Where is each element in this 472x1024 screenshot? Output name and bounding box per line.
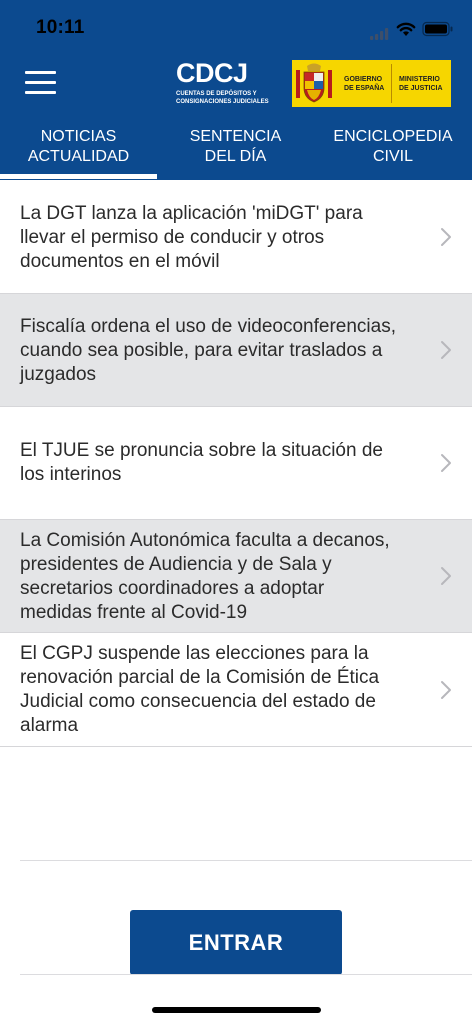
news-title: El TJUE se pronuncia sobre la situación … [20,439,425,487]
news-title-line: Judicial como consecuencia del estado de [20,691,376,712]
news-title: La Comisión Autonómica faculta a decanos… [20,529,425,625]
news-list-item[interactable]: El TJUE se pronuncia sobre la situación … [0,407,472,520]
gobierno-ministerio-logo: GOBIERNO DE ESPAÑA MINISTERIO DE JUSTICI… [292,60,451,107]
menu-line-icon [25,81,56,84]
hamburger-menu-button[interactable] [25,68,57,98]
chevron-right-icon [441,454,451,472]
logo-subtitle-line: CONSIGNACIONES JUDICIALES [176,99,269,105]
divider [20,974,472,975]
tab-sentencia-del-dia[interactable]: SENTENCIA DEL DÍA [157,127,314,186]
chevron-right-icon [441,681,451,699]
tab-label-line: ENCICLOPEDIA [333,128,453,145]
cellular-signal-icon [370,28,389,40]
news-title-line: los interinos [20,464,122,485]
app-header: 10:11 CDCJ CUENTAS DE DEPÓSITOS Y CONSIG… [0,0,472,180]
tab-label-line: NOTICIAS [40,128,117,145]
tab-label-line: CIVIL [372,148,413,165]
news-title-line: cuando sea posible, para evitar traslado… [20,340,383,361]
gov-label-line: GOBIERNO [344,76,383,83]
news-title-line: alarma [20,715,79,736]
active-tab-indicator [0,174,157,179]
tab-label-line: SENTENCIA [189,128,282,145]
tab-enciclopedia-civil[interactable]: ENCICLOPEDIA CIVIL [314,127,472,186]
menu-line-icon [25,71,56,74]
news-title-line: Fiscalía ordena el uso de videoconferenc… [20,316,397,337]
status-time: 10:11 [36,17,85,38]
news-title-line: renovación parcial de la Comisión de Éti… [20,667,380,688]
enter-button[interactable]: ENTRAR [130,910,342,975]
logo-divider [391,64,392,103]
news-title-line: secretarios coordinadores a adoptar [20,578,325,599]
gov-label-line: DE ESPAÑA [344,85,385,92]
coat-of-arms-icon [296,63,332,103]
logo-title: CDCJ [176,58,248,88]
cdcj-logo: CDCJ CUENTAS DE DEPÓSITOS Y CONSIGNACION… [174,58,284,108]
menu-line-icon [25,91,56,94]
news-title: Fiscalía ordena el uso de videoconferenc… [20,315,425,387]
home-indicator[interactable] [152,1007,321,1013]
gobierno-label: GOBIERNO DE ESPAÑA [344,75,384,93]
news-list-item[interactable]: La Comisión Autonómica faculta a decanos… [0,520,472,633]
logo-subtitle: CUENTAS DE DEPÓSITOS Y CONSIGNACIONES JU… [176,90,286,106]
news-title-line: llevar el permiso de conducir y otros [20,227,325,248]
news-title-line: El TJUE se pronuncia sobre la situación … [20,440,383,461]
news-title-line: El CGPJ suspende las elecciones para la [20,643,369,664]
news-title-line: juzgados [20,364,97,385]
ministerio-label-line: DE JUSTICIA [399,85,443,92]
news-title-line: La Comisión Autonómica faculta a decanos… [20,530,390,551]
news-list-item[interactable]: El CGPJ suspende las elecciones para la … [0,633,472,747]
ministerio-label-line: MINISTERIO [399,76,440,83]
chevron-right-icon [441,567,451,585]
status-bar: 10:11 [0,0,472,50]
divider [20,860,472,861]
news-title-line: La DGT lanza la aplicación 'miDGT' para [20,203,363,224]
wifi-icon [396,22,416,36]
chevron-right-icon [441,341,451,359]
chevron-right-icon [441,228,451,246]
battery-icon [422,21,453,37]
news-list-item[interactable]: Fiscalía ordena el uso de videoconferenc… [0,294,472,407]
tab-label-line: ACTUALIDAD [27,148,130,165]
ministerio-label: MINISTERIO DE JUSTICIA [399,75,443,93]
news-title-line: documentos en el móvil [20,251,220,272]
tab-bar: NOTICIAS ACTUALIDAD SENTENCIA DEL DÍA EN… [0,121,472,180]
tab-label-line: DEL DÍA [204,148,267,165]
news-title: El CGPJ suspende las elecciones para la … [20,642,425,738]
news-list-item[interactable]: La DGT lanza la aplicación 'miDGT' para … [0,181,472,294]
logo-subtitle-line: CUENTAS DE DEPÓSITOS Y [176,91,257,97]
news-title-line: presidentes de Audiencia y de Sala y [20,554,332,575]
news-title: La DGT lanza la aplicación 'miDGT' para … [20,202,425,274]
news-title-line: medidas frente al Covid-19 [20,602,248,623]
